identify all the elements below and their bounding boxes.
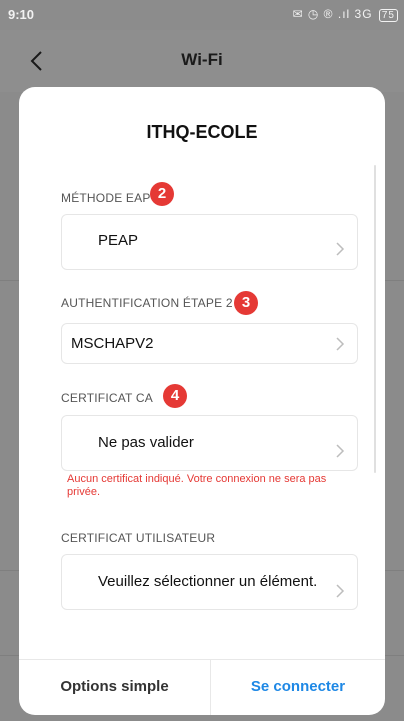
phase2-auth-label: AUTHENTIFICATION ÉTAPE 2 bbox=[61, 296, 233, 310]
ca-certificate-select[interactable]: Ne pas valider bbox=[61, 415, 358, 471]
status-icons: ✉ ◷ ® .ıl 3G 75 bbox=[292, 7, 398, 22]
chevron-right-icon bbox=[335, 336, 345, 352]
status-time: 9:10 bbox=[8, 7, 35, 22]
user-certificate-label: CERTIFICAT UTILISATEUR bbox=[61, 531, 216, 545]
ca-certificate-label: CERTIFICAT CA bbox=[61, 391, 153, 405]
step-badge: 4 bbox=[163, 384, 187, 408]
eap-method-select[interactable]: PEAP bbox=[61, 214, 358, 270]
phase2-auth-value: MSCHAPV2 bbox=[71, 335, 154, 352]
chevron-right-icon bbox=[335, 241, 345, 257]
chevron-right-icon bbox=[335, 443, 345, 459]
app-title: Wi-Fi bbox=[181, 50, 223, 69]
connect-button[interactable]: Se connecter bbox=[211, 659, 385, 715]
status-bar: 9:10 ✉ ◷ ® .ıl 3G 75 bbox=[0, 0, 404, 30]
chevron-right-icon bbox=[335, 583, 345, 599]
wifi-config-dialog: ITHQ-ECOLE MÉTHODE EAP 2 PEAP AUTHENTIFI… bbox=[19, 87, 385, 715]
ca-certificate-value: Ne pas valider bbox=[98, 434, 194, 451]
user-certificate-value: Veuillez sélectionner un élément. bbox=[98, 573, 318, 590]
battery-icon: 75 bbox=[378, 9, 398, 22]
step-badge: 3 bbox=[234, 291, 258, 315]
status-icons-text: ✉ ◷ ® .ıl 3G bbox=[292, 7, 373, 21]
eap-method-label: MÉTHODE EAP bbox=[61, 191, 151, 205]
user-certificate-select[interactable]: Veuillez sélectionner un élément. bbox=[61, 554, 358, 610]
scrollbar[interactable] bbox=[374, 165, 376, 473]
dialog-title: ITHQ-ECOLE bbox=[146, 122, 258, 142]
certificate-warning: Aucun certificat indiqué. Votre connexio… bbox=[67, 473, 327, 498]
step-badge: 2 bbox=[150, 182, 174, 206]
simple-options-button[interactable]: Options simple bbox=[19, 659, 210, 715]
phase2-auth-select[interactable]: MSCHAPV2 bbox=[61, 323, 358, 364]
eap-method-value: PEAP bbox=[98, 232, 139, 249]
app-bar: Wi-Fi bbox=[0, 30, 404, 92]
